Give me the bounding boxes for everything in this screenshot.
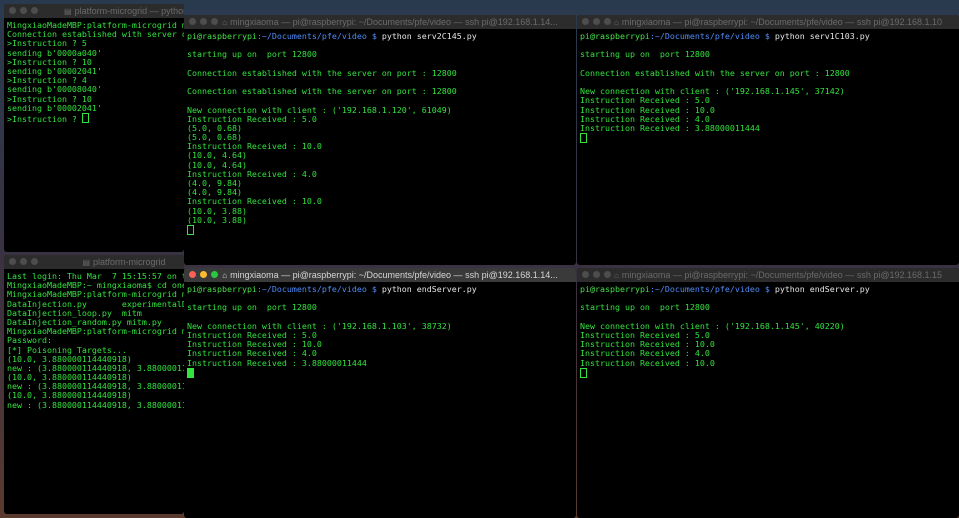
window-title: platform-microgrid — python DataInjectio… bbox=[74, 6, 184, 16]
text-cursor bbox=[187, 224, 194, 235]
close-icon[interactable] bbox=[189, 18, 196, 25]
window-titlebar[interactable]: ▤ platform-microgrid bbox=[4, 255, 184, 269]
minimize-icon[interactable] bbox=[200, 271, 207, 278]
terminal-output[interactable]: pi@raspberrypi:~/Documents/pfe/video $ p… bbox=[577, 29, 959, 145]
terminal-output[interactable]: MingxiaoMadeMBP:platform-microgrid m Conn… bbox=[4, 18, 184, 125]
prompt-line: pi@raspberrypi:~/Documents/pfe/video $ p… bbox=[187, 284, 477, 294]
zoom-icon[interactable] bbox=[604, 18, 611, 25]
terminal-line: >Instruction ? bbox=[7, 112, 181, 124]
close-icon[interactable] bbox=[9, 258, 16, 265]
window-titlebar[interactable]: ⌂ mingxiaoma — pi@raspberrypi: ~/Document… bbox=[577, 15, 959, 29]
window-title: mingxiaoma — pi@raspberrypi: ~/Documents… bbox=[621, 17, 943, 27]
close-icon[interactable] bbox=[9, 7, 16, 14]
window-title: mingxiaoma — pi@raspberrypi: ~/Documents… bbox=[621, 270, 943, 280]
terminal-line: starting up on port 12800 bbox=[580, 49, 710, 60]
minimize-icon[interactable] bbox=[20, 7, 27, 14]
terminal-line: Instruction Received : 3.88000011444 bbox=[580, 122, 760, 133]
text-cursor bbox=[580, 367, 587, 378]
zoom-icon[interactable] bbox=[604, 271, 611, 278]
minimize-icon[interactable] bbox=[200, 18, 207, 25]
terminal-window-top-left[interactable]: ▤platform-microgrid — python DataInjecti… bbox=[4, 4, 184, 252]
terminal-line: Connection established with the server o… bbox=[580, 67, 850, 78]
close-icon[interactable] bbox=[582, 271, 589, 278]
terminal-line: Connection established with the server o… bbox=[187, 67, 457, 78]
terminal-window-bottom-middle[interactable]: ⌂ mingxiaoma — pi@raspberrypi: ~/Document… bbox=[184, 268, 576, 518]
window-title: platform-microgrid bbox=[93, 257, 166, 267]
terminal-line: Instruction Received : 5.0 bbox=[187, 113, 317, 124]
minimize-icon[interactable] bbox=[20, 258, 27, 265]
folder-icon: ▤ bbox=[82, 258, 91, 267]
terminal-line: new : (3.880000114440918, 3.88000011 bbox=[7, 399, 184, 410]
zoom-icon[interactable] bbox=[31, 7, 38, 14]
terminal-line: (5.0, 0.68) bbox=[187, 122, 242, 133]
zoom-icon[interactable] bbox=[211, 18, 218, 25]
prompt-line: pi@raspberrypi:~/Documents/pfe/video $ p… bbox=[580, 284, 870, 294]
terminal-line: Instruction Received : 4.0 bbox=[187, 168, 317, 179]
terminal-output[interactable]: pi@raspberrypi:~/Documents/pfe/video $ p… bbox=[577, 282, 959, 380]
home-icon: ⌂ bbox=[613, 271, 619, 280]
terminal-output[interactable]: pi@raspberrypi:~/Documents/pfe/video $ p… bbox=[184, 282, 576, 380]
prompt-line: pi@raspberrypi:~/Documents/pfe/video $ p… bbox=[580, 31, 870, 41]
window-titlebar[interactable]: ⌂ mingxiaoma — pi@raspberrypi: ~/Document… bbox=[577, 268, 959, 282]
folder-icon: ▤ bbox=[64, 7, 72, 16]
terminal-line: Instruction Received : 3.88000011444 bbox=[187, 357, 367, 368]
text-cursor bbox=[580, 133, 587, 144]
terminal-window-bottom-right[interactable]: ⌂ mingxiaoma — pi@raspberrypi: ~/Document… bbox=[577, 268, 959, 518]
window-title: mingxiaoma — pi@raspberrypi: ~/Documents… bbox=[230, 17, 558, 27]
terminal-line: Instruction Received : 10.0 bbox=[580, 357, 715, 368]
terminal-line: (10.0, 3.88) bbox=[187, 214, 247, 225]
window-titlebar[interactable]: ⌂ mingxiaoma — pi@raspberrypi: ~/Document… bbox=[184, 268, 576, 282]
terminal-line: starting up on port 12800 bbox=[187, 302, 317, 313]
window-titlebar[interactable]: ▤platform-microgrid — python DataInjecti… bbox=[4, 4, 184, 18]
terminal-window-top-right[interactable]: ⌂ mingxiaoma — pi@raspberrypi: ~/Document… bbox=[577, 15, 959, 265]
text-cursor bbox=[187, 367, 194, 378]
home-icon: ⌂ bbox=[613, 18, 619, 27]
home-icon: ⌂ bbox=[222, 18, 228, 27]
zoom-icon[interactable] bbox=[211, 271, 218, 278]
terminal-line: sending b'00002041' bbox=[7, 102, 102, 113]
prompt-line: pi@raspberrypi:~/Documents/pfe/video $ p… bbox=[187, 31, 477, 41]
minimize-icon[interactable] bbox=[593, 271, 600, 278]
terminal-line: starting up on port 12800 bbox=[187, 49, 317, 60]
terminal-line: Connection established with the server o… bbox=[187, 86, 457, 97]
home-icon: ⌂ bbox=[222, 271, 228, 280]
zoom-icon[interactable] bbox=[31, 258, 38, 265]
terminal-output[interactable]: Last login: Thu Mar 7 15:15:57 on tt Ming… bbox=[4, 269, 184, 413]
minimize-icon[interactable] bbox=[593, 18, 600, 25]
terminal-line: (4.0, 9.84) bbox=[187, 178, 242, 188]
window-title: mingxiaoma — pi@raspberrypi: ~/Documents… bbox=[230, 270, 558, 280]
terminal-window-top-middle[interactable]: ⌂ mingxiaoma — pi@raspberrypi: ~/Document… bbox=[184, 15, 576, 265]
window-titlebar[interactable]: ⌂ mingxiaoma — pi@raspberrypi: ~/Document… bbox=[184, 15, 576, 29]
terminal-output[interactable]: pi@raspberrypi:~/Documents/pfe/video $ p… bbox=[184, 29, 576, 237]
close-icon[interactable] bbox=[582, 18, 589, 25]
terminal-window-bottom-left[interactable]: ▤ platform-microgrid Last login: Thu Mar … bbox=[4, 255, 184, 514]
terminal-line: starting up on port 12800 bbox=[580, 302, 710, 313]
close-icon[interactable] bbox=[189, 271, 196, 278]
text-cursor bbox=[81, 112, 89, 123]
